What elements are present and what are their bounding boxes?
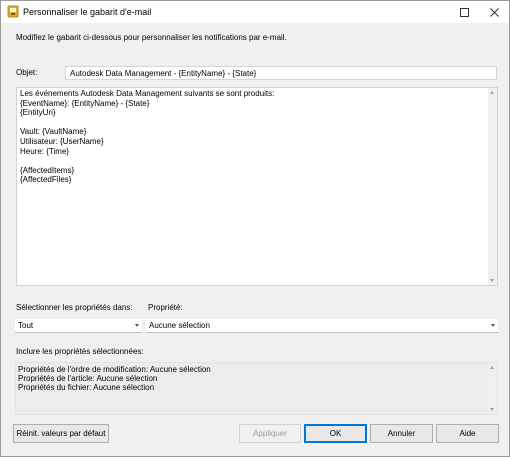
body-scrollbar[interactable] [488,88,497,285]
apply-button[interactable]: Appliquer [239,424,301,443]
ok-button[interactable]: OK [304,424,367,443]
select-properties-label: Sélectionner les propriétés dans: [16,303,133,312]
list-item: Propriétés du fichier: Aucune sélection [18,383,155,392]
property-value: Aucune sélection [149,321,210,330]
dialog-description: Modifiez le gabarit ci-dessous pour pers… [16,33,287,42]
help-button[interactable]: Aide [436,424,499,443]
included-properties-label: Inclure les propriétés sélectionnées: [16,347,144,356]
body-text: Les événements Autodesk Data Management … [20,89,275,185]
scroll-down-icon[interactable] [490,279,494,282]
properties-source-value: Tout [18,321,34,330]
cancel-button[interactable]: Annuler [370,424,433,443]
maximize-button[interactable] [449,1,479,23]
vault-app-icon [7,5,19,18]
subject-label: Objet: [16,68,38,77]
list-item: Propriétés de l'ordre de modification: A… [18,365,211,374]
close-button[interactable] [479,1,509,23]
property-label: Propriété: [148,303,183,312]
chevron-down-icon [491,324,495,327]
properties-scrollbar[interactable] [488,363,497,414]
title-bar: Personnaliser le gabarit d'e-mail [1,1,509,23]
list-item: Propriétés de l'article: Aucune sélectio… [18,374,158,383]
email-template-dialog: Personnaliser le gabarit d'e-mail Modifi… [0,0,510,457]
scroll-down-icon[interactable] [490,408,494,411]
included-properties-box[interactable]: Propriétés de l'ordre de modification: A… [15,362,498,415]
scroll-up-icon[interactable] [490,366,494,369]
subject-value: Autodesk Data Management - {EntityName} … [70,69,257,78]
body-textarea[interactable]: Les événements Autodesk Data Management … [16,87,498,286]
close-icon [489,7,499,17]
window-title: Personnaliser le gabarit d'e-mail [23,7,152,17]
properties-source-dropdown[interactable]: Tout [15,319,142,333]
chevron-down-icon [135,324,139,327]
reset-defaults-button[interactable]: Réinit. valeurs par défaut [13,424,109,443]
subject-input[interactable]: Autodesk Data Management - {EntityName} … [65,66,497,80]
scroll-up-icon[interactable] [490,91,494,94]
maximize-icon [459,7,469,17]
property-dropdown[interactable]: Aucune sélection [146,319,498,333]
